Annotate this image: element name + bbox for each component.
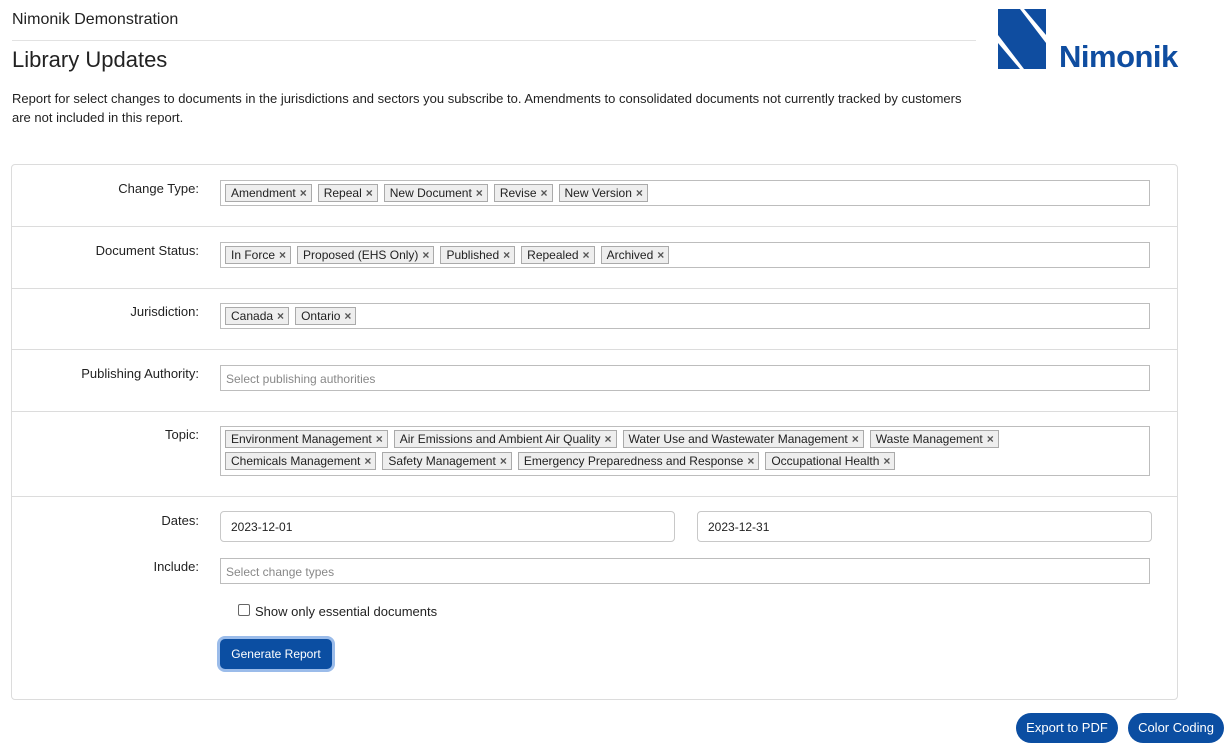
tag-air-emissions: Air Emissions and Ambient Air Quality × [393, 430, 617, 448]
start-date-input[interactable]: 2023-12-01 [220, 511, 675, 542]
document-status-label: Document Status: [95, 243, 199, 258]
remove-tag-icon[interactable]: × [366, 185, 373, 202]
include-label: Include: [153, 559, 199, 574]
document-status-select[interactable]: In Force × Proposed (EHS Only) × Published × R… [220, 242, 1150, 268]
page-title: Library Updates [12, 47, 168, 72]
remove-tag-icon[interactable]: × [500, 453, 507, 470]
publishing-authority-select[interactable]: Select publishing authorities [220, 365, 1150, 391]
tag-published: Published × [440, 246, 516, 264]
tag-proposed: Proposed (EHS Only) × [297, 246, 435, 264]
remove-tag-icon[interactable]: × [364, 453, 371, 470]
dates-label: Dates: [161, 513, 199, 528]
include-placeholder: Select change types [226, 565, 335, 579]
color-coding-button[interactable]: Color Coding [1128, 713, 1224, 743]
publishing-authority-row: Publishing Authority: Select publishing … [12, 350, 1177, 412]
remove-tag-icon[interactable]: × [657, 247, 664, 264]
nimonik-logo-mark-icon [998, 9, 1046, 69]
jurisdiction-select[interactable]: Canada × Ontario × [220, 303, 1150, 329]
essential-only-option[interactable]: Show only essential documents [238, 604, 437, 619]
tag-occupational-health: Occupational Health × [765, 452, 896, 470]
tag-in-force: In Force × [225, 246, 292, 264]
tag-waste-management: Waste Management × [869, 430, 999, 448]
dates-section: Dates: 2023-12-01 2023-12-31 Include: Se… [12, 497, 1177, 697]
tag-ontario: Ontario × [295, 307, 357, 325]
tag-repeal: Repeal × [317, 184, 378, 202]
remove-tag-icon[interactable]: × [279, 247, 286, 264]
logo-text: Nimonik [1059, 39, 1178, 74]
change-type-label: Change Type: [118, 181, 199, 196]
remove-tag-icon[interactable]: × [605, 431, 612, 448]
tag-emergency-preparedness: Emergency Preparedness and Response × [517, 452, 760, 470]
tag-chemicals-management: Chemicals Management × [225, 452, 377, 470]
remove-tag-icon[interactable]: × [636, 185, 643, 202]
tag-archived: Archived × [600, 246, 670, 264]
remove-tag-icon[interactable]: × [503, 247, 510, 264]
tag-new-document: New Document × [383, 184, 488, 202]
end-date-input[interactable]: 2023-12-31 [697, 511, 1152, 542]
remove-tag-icon[interactable]: × [476, 185, 483, 202]
change-type-row: Change Type: Amendment × Repeal × New Docume… [12, 165, 1177, 227]
remove-tag-icon[interactable]: × [747, 453, 754, 470]
topic-label: Topic: [165, 427, 199, 442]
jurisdiction-label: Jurisdiction: [130, 304, 199, 319]
change-type-select[interactable]: Amendment × Repeal × New Document × Revise × New… [220, 180, 1150, 206]
export-pdf-button[interactable]: Export to PDF [1016, 713, 1118, 743]
remove-tag-icon[interactable]: × [987, 431, 994, 448]
remove-tag-icon[interactable]: × [583, 247, 590, 264]
essential-only-checkbox[interactable] [238, 604, 250, 616]
remove-tag-icon[interactable]: × [422, 247, 429, 264]
header-divider [12, 40, 976, 41]
publishing-authority-label: Publishing Authority: [81, 366, 199, 381]
tag-water-use: Water Use and Wastewater Management × [622, 430, 864, 448]
page-description: Report for select changes to documents i… [12, 91, 962, 125]
nimonik-logo: Nimonik [998, 9, 1183, 74]
remove-tag-icon[interactable]: × [277, 308, 284, 325]
topic-row: Topic: Environment Management × Air Emissi… [12, 412, 1177, 497]
generate-report-button[interactable]: Generate Report [220, 639, 332, 669]
remove-tag-icon[interactable]: × [300, 185, 307, 202]
jurisdiction-row: Jurisdiction: Canada × Ontario × [12, 289, 1177, 350]
tag-safety-management: Safety Management × [382, 452, 512, 470]
publishing-authority-placeholder: Select publishing authorities [226, 372, 376, 386]
remove-tag-icon[interactable]: × [883, 453, 890, 470]
tag-environment-management: Environment Management × [225, 430, 388, 448]
document-status-row: Document Status: In Force × Proposed (EHS … [12, 227, 1177, 289]
tag-repealed: Repealed × [521, 246, 595, 264]
report-filter-panel: Change Type: Amendment × Repeal × New Docume… [11, 164, 1178, 700]
org-name: Nimonik Demonstration [12, 11, 179, 28]
remove-tag-icon[interactable]: × [541, 185, 548, 202]
include-select[interactable]: Select change types [220, 558, 1150, 584]
essential-only-label: Show only essential documents [255, 604, 438, 619]
tag-new-version: New Version × [558, 184, 648, 202]
tag-amendment: Amendment × [225, 184, 312, 202]
remove-tag-icon[interactable]: × [376, 431, 383, 448]
tag-canada: Canada × [225, 307, 290, 325]
remove-tag-icon[interactable]: × [344, 308, 351, 325]
remove-tag-icon[interactable]: × [852, 431, 859, 448]
topic-select[interactable]: Environment Management × Air Emissions and… [220, 426, 1150, 476]
tag-revise: Revise × [493, 184, 553, 202]
